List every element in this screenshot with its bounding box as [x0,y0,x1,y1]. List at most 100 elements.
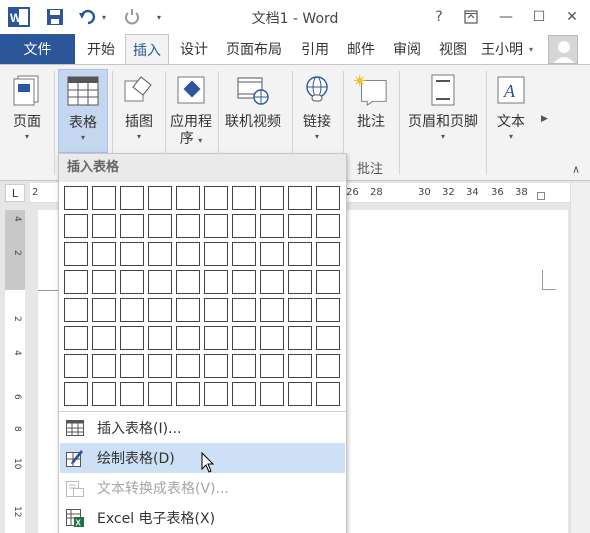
table-grid-cell[interactable] [232,298,256,322]
ribbon-display-options-button[interactable] [457,6,485,28]
close-button[interactable]: ✕ [558,6,586,28]
table-grid-cell[interactable] [316,186,340,210]
table-grid-cell[interactable] [260,298,284,322]
text-button[interactable]: A 文本 ▾ [489,69,533,153]
user-account[interactable]: 王小明 ▾ [481,34,533,64]
table-grid-cell[interactable] [260,186,284,210]
table-grid-cell[interactable] [176,382,200,406]
excel-spreadsheet-menu-item[interactable]: X Excel 电子表格(X) [60,503,345,533]
table-grid-cell[interactable] [64,270,88,294]
table-grid-cell[interactable] [288,242,312,266]
table-grid-cell[interactable] [148,214,172,238]
table-grid-cell[interactable] [232,354,256,378]
table-grid-cell[interactable] [92,298,116,322]
save-icon[interactable] [44,7,66,27]
table-grid-cell[interactable] [204,354,228,378]
table-grid-cell[interactable] [64,242,88,266]
table-grid-cell[interactable] [120,242,144,266]
table-grid-cell[interactable] [288,214,312,238]
table-grid-cell[interactable] [316,214,340,238]
table-grid-cell[interactable] [316,270,340,294]
minimize-button[interactable]: — [492,6,520,28]
table-grid-cell[interactable] [120,298,144,322]
word-logo-icon[interactable]: W [6,7,32,27]
table-grid-cell[interactable] [232,214,256,238]
table-grid-cell[interactable] [288,326,312,350]
table-grid-cell[interactable] [92,186,116,210]
table-grid-cell[interactable] [64,298,88,322]
undo-dropdown-icon[interactable]: ▾ [99,7,109,27]
table-grid-cell[interactable] [316,298,340,322]
table-grid-cell[interactable] [316,382,340,406]
table-grid-cell[interactable] [92,270,116,294]
tab-view[interactable]: 视图 [432,34,474,64]
tab-page-layout[interactable]: 页面布局 [219,34,289,64]
table-grid-cell[interactable] [64,354,88,378]
table-grid-cell[interactable] [288,186,312,210]
vertical-ruler[interactable]: 4 2 2 4 6 8 10 12 [5,210,25,533]
table-grid-cell[interactable] [288,382,312,406]
table-grid-cell[interactable] [260,326,284,350]
table-grid-cell[interactable] [176,242,200,266]
tab-design[interactable]: 设计 [173,34,215,64]
table-grid-cell[interactable] [120,326,144,350]
table-grid-cell[interactable] [120,186,144,210]
tab-references[interactable]: 引用 [294,34,336,64]
ribbon-scroll-right-icon[interactable]: ▶ [541,114,548,124]
undo-icon[interactable] [77,7,99,27]
table-grid-cell[interactable] [260,242,284,266]
tab-file[interactable]: 文件 [0,34,75,64]
table-grid-cell[interactable] [316,354,340,378]
tab-review[interactable]: 审阅 [386,34,428,64]
table-grid-cell[interactable] [92,214,116,238]
table-grid-cell[interactable] [64,214,88,238]
table-grid-cell[interactable] [148,382,172,406]
maximize-button[interactable]: ☐ [525,6,553,28]
online-video-button[interactable]: 联机视频 [220,69,286,153]
table-grid-cell[interactable] [232,186,256,210]
apps-button[interactable]: 应用程 序 ▾ [167,69,215,153]
table-grid-cell[interactable] [204,270,228,294]
table-button[interactable]: 表格 ▾ [58,69,108,153]
table-grid-cell[interactable] [232,326,256,350]
table-grid-cell[interactable] [316,242,340,266]
table-grid-cell[interactable] [148,186,172,210]
table-grid-cell[interactable] [176,298,200,322]
table-grid-cell[interactable] [176,186,200,210]
customize-quick-access-icon[interactable]: ▾ [153,7,165,27]
pages-button[interactable]: 页面 ▾ [4,69,50,153]
redo-icon[interactable] [121,7,143,27]
table-grid-cell[interactable] [148,326,172,350]
table-grid-cell[interactable] [204,242,228,266]
right-indent-marker[interactable] [537,192,545,200]
table-grid-cell[interactable] [260,270,284,294]
table-grid-cell[interactable] [204,326,228,350]
tab-home[interactable]: 开始 [80,34,122,64]
collapse-ribbon-icon[interactable]: ∧ [572,163,580,176]
table-grid-cell[interactable] [232,270,256,294]
table-grid-cell[interactable] [148,354,172,378]
tab-selector[interactable]: L [5,184,25,202]
tab-mailings[interactable]: 邮件 [340,34,382,64]
table-grid-cell[interactable] [288,270,312,294]
table-grid-cell[interactable] [148,270,172,294]
table-grid-cell[interactable] [204,298,228,322]
illustrations-button[interactable]: 插图 ▾ [116,69,162,153]
table-grid-cell[interactable] [176,270,200,294]
table-grid-cell[interactable] [120,270,144,294]
table-grid-cell[interactable] [288,298,312,322]
table-grid-cell[interactable] [288,354,312,378]
table-grid-cell[interactable] [64,326,88,350]
links-button[interactable]: 链接 ▾ [295,69,339,153]
table-grid-cell[interactable] [64,382,88,406]
insert-table-menu-item[interactable]: 插入表格(I)... [60,413,345,443]
table-grid-cell[interactable] [176,214,200,238]
table-grid-cell[interactable] [120,382,144,406]
comment-button[interactable]: 批注 [347,69,395,153]
table-grid-cell[interactable] [204,186,228,210]
table-grid-cell[interactable] [260,214,284,238]
table-grid-cell[interactable] [260,382,284,406]
table-grid-cell[interactable] [148,298,172,322]
table-grid-cell[interactable] [204,382,228,406]
table-grid-cell[interactable] [232,382,256,406]
